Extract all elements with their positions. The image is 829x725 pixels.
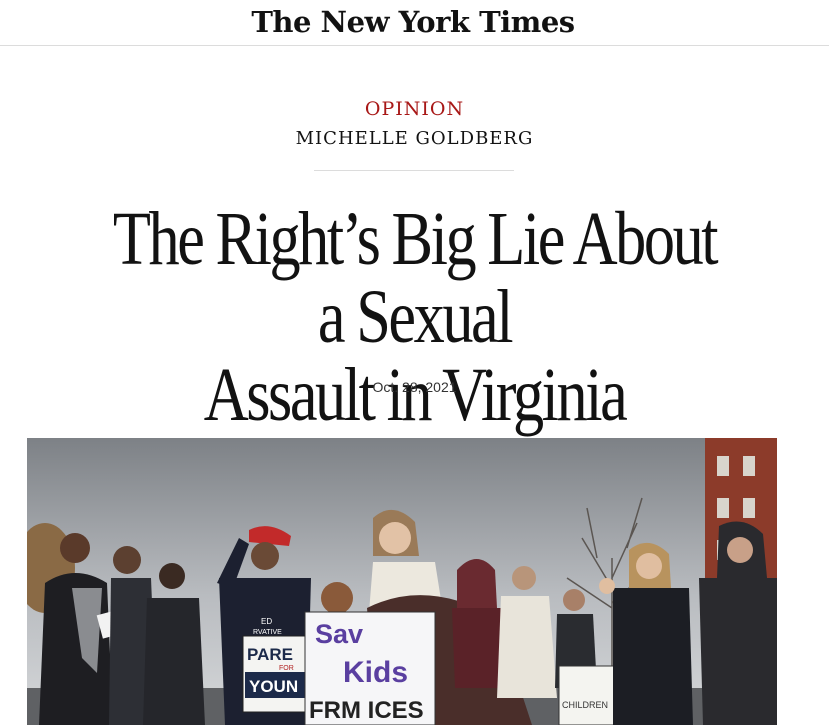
sign-save-kids: Sav Kids FRM ICES (304, 611, 436, 725)
sign-parents-line1: PARE (247, 645, 293, 664)
sign-parents-line2: FOR (279, 665, 294, 672)
protest-photo-illustration: ED RVATIVE PARE FOR YOUN Sav Kids FRM IC… (27, 438, 777, 725)
publish-date: Oct. 28, 2021 (372, 379, 457, 395)
article-page: The New York Times OPINION MICHELLE GOLD… (0, 0, 829, 725)
article-headline: The Right’s Big Lie About a Sexual Assau… (99, 200, 730, 434)
shirt-text-2: RVATIVE (253, 629, 282, 636)
sign-parents-line3: YOUN (249, 677, 298, 696)
lead-photo[interactable]: ED RVATIVE PARE FOR YOUN Sav Kids FRM IC… (27, 438, 777, 725)
nyt-logo[interactable]: The New York Times (251, 5, 575, 39)
headline-line-1: The Right’s Big Lie About a Sexual (112, 197, 719, 359)
section-label[interactable]: OPINION (0, 97, 829, 121)
author-byline[interactable]: MICHELLE GOLDBERG (0, 127, 829, 151)
sign-save-line2: Kids (343, 656, 408, 689)
sign-parents: PARE FOR YOUN (242, 635, 308, 713)
sign-children: CHILDREN (558, 665, 616, 725)
sign-save-line3: FRM ICES (309, 697, 424, 724)
sign-children-text: CHILDREN (562, 700, 608, 710)
divider (314, 170, 514, 171)
shirt-text-1: ED (261, 617, 272, 626)
sign-save-line1: Sav (315, 619, 363, 649)
masthead: The New York Times (0, 0, 829, 46)
girl-head (321, 582, 353, 614)
